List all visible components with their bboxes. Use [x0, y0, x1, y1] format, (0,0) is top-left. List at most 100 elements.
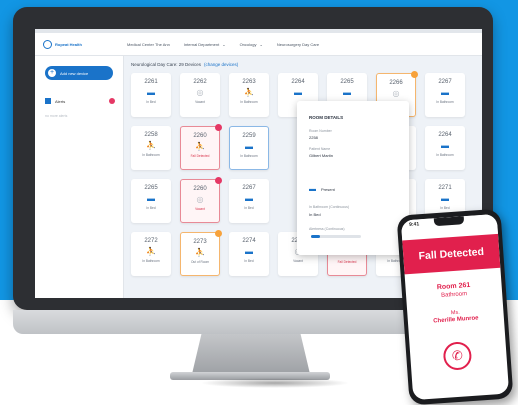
phone-icon: ✆ [451, 347, 464, 364]
room-number: 2263 [242, 79, 256, 85]
activity-progress-fill [311, 235, 320, 238]
alert-badge [215, 177, 222, 184]
room-number: 2272 [144, 238, 158, 244]
sidebar: + Add new device Alerts no more alerts [35, 56, 124, 298]
duration-value: In Bed [309, 212, 321, 217]
room-status: In Bathroom [240, 100, 258, 104]
app-logo[interactable]: Ropeat Health [43, 39, 113, 49]
bed-icon: ▬ [245, 194, 253, 203]
breadcrumb-department[interactable]: Internal Department ⌄ [184, 42, 226, 47]
sidebar-note: no more alerts [45, 114, 68, 118]
monitor-stand-neck [192, 334, 310, 374]
activity-progress-bar [311, 235, 361, 238]
room-details-popup: ROOM DETAILS Room Number 2258 Patient Na… [297, 101, 409, 255]
room-status: In Bathroom [142, 259, 160, 263]
room-number: 2258 [144, 132, 158, 138]
bed-icon: ▬ [147, 194, 155, 203]
room-status: In Bathroom [436, 100, 454, 104]
room-number: 2265 [144, 185, 158, 191]
room-status: Fall Detected [190, 154, 210, 158]
room-card[interactable]: 2260 ◎ Vacant [180, 177, 222, 223]
add-device-button[interactable]: + Add new device [45, 66, 113, 80]
bed-icon: ▬ [309, 186, 316, 193]
person-icon: ⛹ [244, 88, 254, 97]
person-icon: ⛹ [146, 247, 156, 256]
call-button[interactable]: ✆ [442, 341, 473, 371]
room-details-title: ROOM DETAILS [309, 115, 344, 120]
activity-label: Alertness (Continuous) [309, 227, 345, 231]
page-title: Neurological Day Care: 29 Devices (change… [131, 62, 239, 67]
room-card[interactable]: 2274 ▬ In Bed [229, 232, 269, 276]
room-card[interactable]: 2261 ▬ In Bed [131, 73, 171, 117]
breadcrumb-hospital[interactable]: Medical Center The Ann [127, 42, 170, 47]
vacant-icon: ◎ [392, 89, 400, 98]
sidebar-item-alerts[interactable]: Alerts [45, 96, 115, 106]
room-number: 2259 [242, 133, 256, 139]
patient-label: Patient Name [309, 147, 331, 151]
breadcrumb-unit[interactable]: Oncology ⌄ [240, 42, 263, 47]
device-status-value: Present [321, 187, 335, 192]
room-card[interactable]: 2265 ▬ In Bed [131, 179, 171, 223]
person-icon: ⛹ [195, 142, 205, 151]
room-card[interactable]: 2267 ▬ In Bed [229, 179, 269, 223]
room-number: 2264 [438, 132, 452, 138]
logo-icon [43, 39, 52, 49]
room-status: In Bed [146, 100, 156, 104]
room-status: Out of Room [190, 260, 210, 264]
room-status: In Bathroom [240, 154, 258, 158]
phone-notch [433, 216, 465, 227]
chevron-down-icon: ⌄ [222, 41, 226, 47]
room-number-value: 2258 [309, 135, 318, 140]
alert-indicator-dot [109, 98, 115, 104]
room-card[interactable]: 2264 ▬ In Bathroom [425, 126, 465, 170]
alerts-icon [45, 98, 51, 104]
room-number: 2271 [438, 185, 452, 191]
room-icon: ▬ [294, 88, 302, 97]
add-device-label: Add new device [60, 70, 89, 76]
person-icon: ⛹ [146, 141, 156, 150]
room-card[interactable]: 2262 ◎ Vacant [180, 73, 220, 117]
bed-icon: ▬ [441, 194, 449, 203]
alert-badge [215, 124, 222, 131]
room-number: 2260 [193, 133, 207, 139]
room-status: In Bed [244, 206, 254, 210]
bed-icon: ▬ [147, 88, 155, 97]
breadcrumb-ward[interactable]: Neurosurgery Day Care [277, 42, 319, 47]
room-status: In Bathroom [142, 153, 160, 157]
change-devices-link[interactable]: (change devices) [204, 62, 238, 67]
duration-label: In Bathroom (Continuous) [309, 205, 350, 209]
chevron-down-icon: ⌄ [259, 41, 263, 47]
room-status: Vacant [195, 207, 205, 211]
phone-device: 9:41 Fall Detected Room 261 Bathroom Ms.… [396, 208, 514, 405]
room-card[interactable]: 2258 ⛹ In Bathroom [131, 126, 171, 170]
room-number: 2264 [291, 79, 305, 85]
bed-icon: ▬ [441, 88, 449, 97]
logo-text: Ropeat Health [55, 41, 82, 47]
room-status: Vacant [293, 259, 303, 263]
room-number: 2273 [193, 239, 207, 245]
bed-icon: ▬ [245, 142, 253, 151]
room-status: Vacant [195, 100, 205, 104]
room-number: 2260 [193, 186, 207, 192]
room-number: 2262 [193, 79, 207, 85]
room-status: In Bed [146, 206, 156, 210]
plus-icon: + [48, 69, 56, 77]
alert-badge [411, 71, 418, 78]
room-number-label: Room Number [309, 129, 332, 133]
room-card[interactable]: 2263 ⛹ In Bathroom [229, 73, 269, 117]
app-topbar: Ropeat Health Medical Center The Ann Int… [35, 33, 482, 56]
room-card[interactable]: 2267 ▬ In Bathroom [425, 73, 465, 117]
patient-value: Gilbert Martin [309, 153, 334, 158]
phone-time: 9:41 [408, 221, 420, 228]
room-card[interactable]: 2260 ⛹ Fall Detected [180, 124, 222, 170]
room-card[interactable]: 2272 ⛹ In Bathroom [131, 232, 171, 276]
room-number: 2274 [242, 238, 256, 244]
room-status: In Bed [244, 259, 254, 263]
room-card[interactable]: 2273 ⛹ Out of Room [180, 230, 222, 276]
room-card[interactable]: 2259 ▬ In Bathroom [229, 126, 269, 170]
room-number: 2265 [340, 79, 354, 85]
bed-icon: ▬ [245, 247, 253, 256]
stand-shadow [200, 378, 350, 388]
room-number: 2267 [242, 185, 256, 191]
room-status: In Bathroom [436, 153, 454, 157]
